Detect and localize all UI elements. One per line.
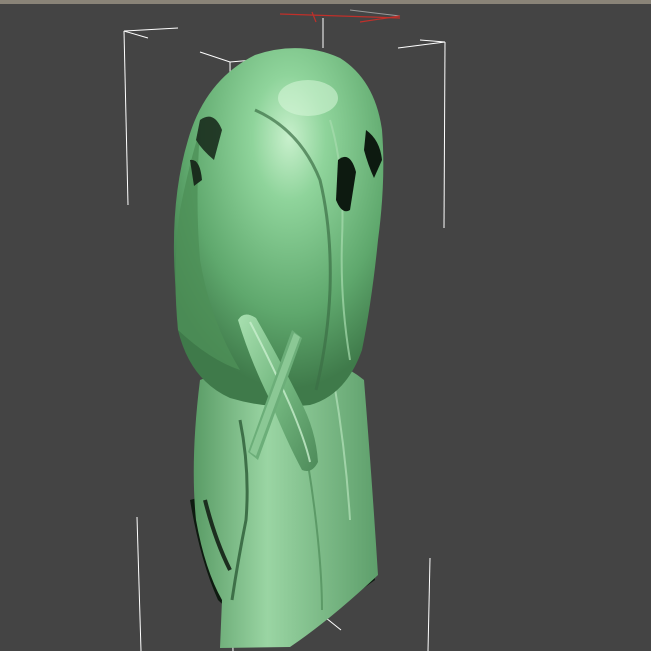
viewport-scene[interactable] (0, 0, 651, 651)
hood (173, 48, 384, 407)
mesh-object[interactable] (173, 48, 384, 648)
axis-gizmo-icon (279, 9, 401, 23)
perspective-viewport[interactable] (0, 0, 651, 651)
